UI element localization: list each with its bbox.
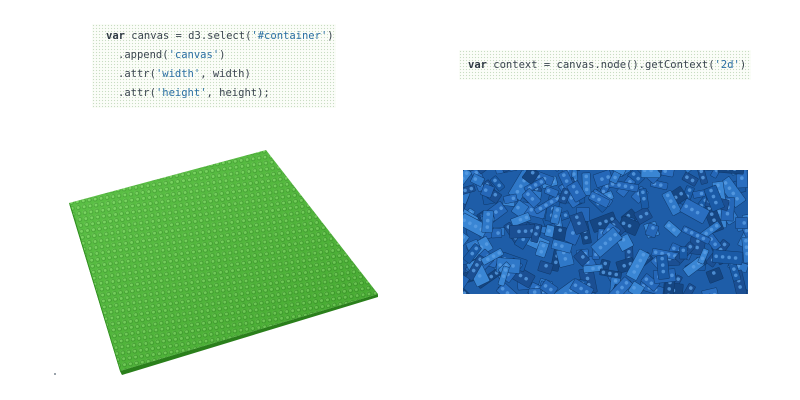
code-string: 'canvas' (168, 49, 220, 61)
code-line: .append('canvas') (106, 46, 336, 65)
code-text: canvas = d3.select( (124, 30, 252, 42)
bricks-pile (463, 170, 748, 294)
code-text: ) (219, 49, 226, 61)
code-text: .append( (118, 49, 169, 61)
code-text: , width) (200, 68, 251, 80)
code-line: .attr('height', height); (106, 84, 336, 103)
code-line: var context = canvas.node().getContext('… (468, 56, 751, 75)
code-snippet-get-context: var context = canvas.node().getContext('… (459, 50, 751, 80)
code-line: .attr('width', width) (106, 65, 336, 84)
code-string: '#container' (251, 30, 328, 42)
code-text: ) (739, 59, 747, 71)
green-lego-baseplate-image (69, 150, 378, 375)
code-text: .attr( (118, 87, 156, 99)
code-text: ) (327, 30, 334, 42)
code-string: 'height' (155, 87, 207, 99)
code-string: '2d' (714, 59, 740, 71)
blue-lego-bricks-image (463, 170, 748, 294)
code-text: , height); (206, 87, 270, 99)
code-keyword: var (468, 59, 487, 71)
code-text: context = canvas.node().getContext( (486, 59, 715, 71)
code-text: .attr( (118, 68, 156, 80)
code-snippet-canvas-append: var canvas = d3.select('#container') .ap… (92, 24, 336, 108)
dot-mark (54, 373, 56, 375)
code-line: var canvas = d3.select('#container') (106, 27, 336, 46)
code-keyword: var (106, 30, 125, 42)
code-string: 'width' (155, 68, 201, 80)
